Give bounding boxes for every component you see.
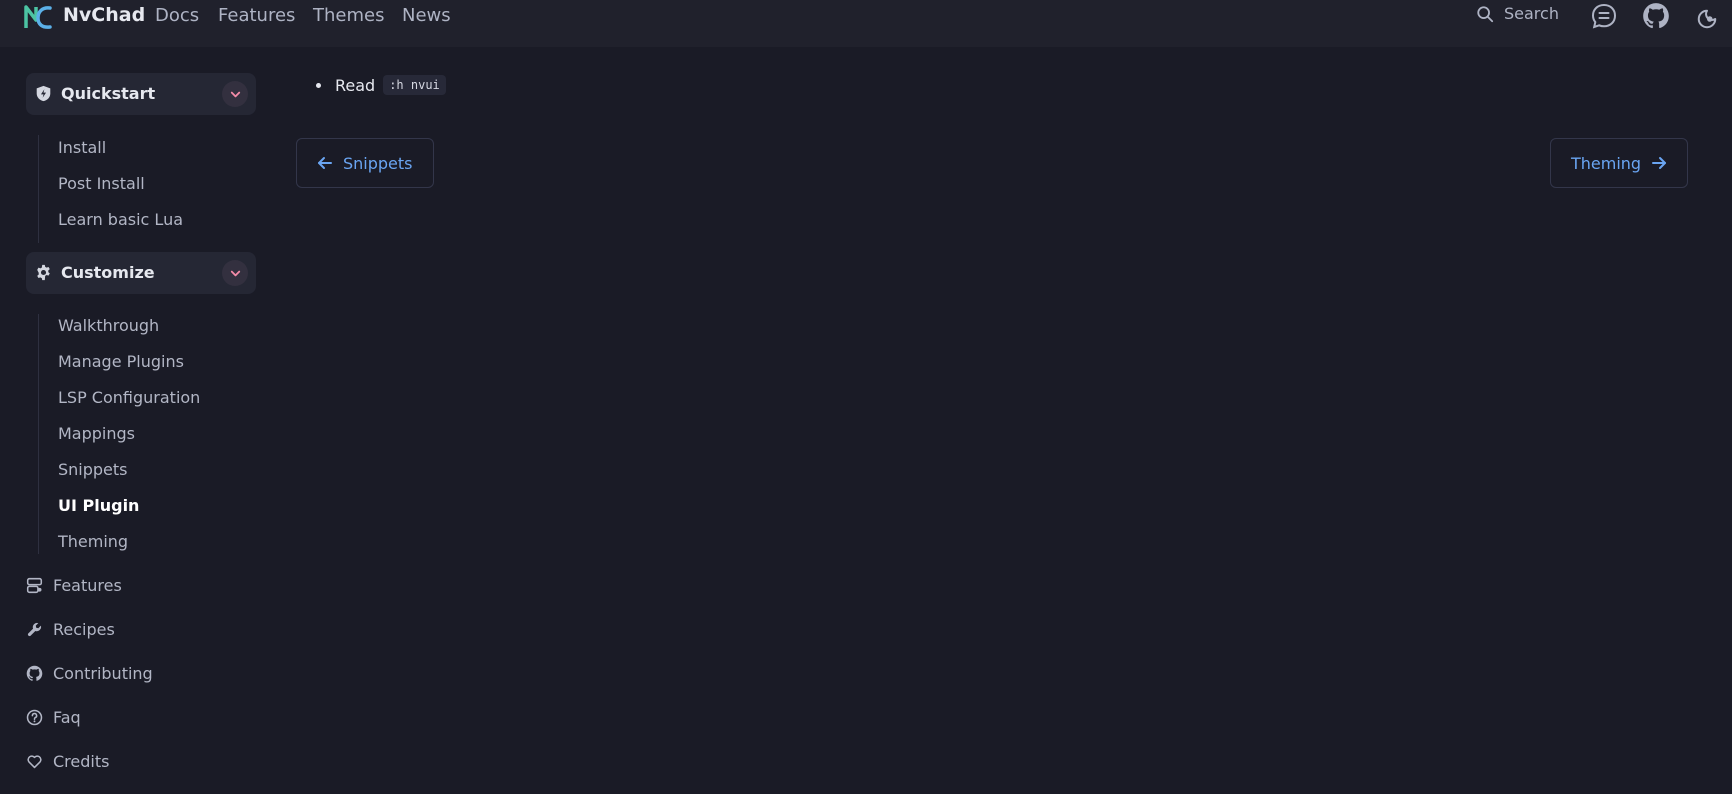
inline-code: :h nvui xyxy=(383,75,446,95)
prev-page-label: Snippets xyxy=(343,153,413,173)
sidebar-item-lsp-configuration[interactable]: LSP Configuration xyxy=(58,388,200,407)
next-page-button[interactable]: Theming xyxy=(1550,138,1689,188)
sidebar-item-theming[interactable]: Theming xyxy=(58,532,128,551)
nav-features[interactable]: Features xyxy=(218,5,295,26)
sidebar: Quickstart Install Post Install Learn ba… xyxy=(0,47,270,794)
sidebar-item-ui-plugin[interactable]: UI Plugin xyxy=(58,496,139,515)
sidebar-link-label: Contributing xyxy=(53,664,153,683)
sidebar-item-install[interactable]: Install xyxy=(58,138,106,157)
sidebar-group-divider xyxy=(38,135,39,243)
sidebar-item-manage-plugins[interactable]: Manage Plugins xyxy=(58,352,184,371)
list-item-text: Read xyxy=(335,75,376,95)
arrow-left-icon xyxy=(318,157,332,169)
sidebar-link-label: Faq xyxy=(53,708,81,727)
chat-icon[interactable] xyxy=(1590,2,1618,30)
github-icon[interactable] xyxy=(1642,2,1670,30)
arrow-right-icon xyxy=(1652,157,1667,169)
sidebar-link-faq[interactable]: Faq xyxy=(26,708,81,727)
sidebar-group-quickstart[interactable]: Quickstart xyxy=(26,73,256,115)
sidebar-group-divider xyxy=(38,314,39,554)
prev-page-button[interactable]: Snippets xyxy=(296,138,434,188)
brand-name[interactable]: NvChad xyxy=(63,4,145,26)
sidebar-link-recipes[interactable]: Recipes xyxy=(26,620,115,639)
top-navbar: NvChad Docs Features Themes News Search xyxy=(0,0,1732,47)
sidebar-item-walkthrough[interactable]: Walkthrough xyxy=(58,316,159,335)
sidebar-item-post-install[interactable]: Post Install xyxy=(58,174,145,193)
sidebar-group-customize[interactable]: Customize xyxy=(26,252,256,294)
sidebar-link-credits[interactable]: Credits xyxy=(26,752,109,771)
sidebar-link-label: Credits xyxy=(53,752,110,771)
server-icon xyxy=(26,577,43,594)
sidebar-item-mappings[interactable]: Mappings xyxy=(58,424,135,443)
question-icon xyxy=(26,709,43,726)
nav-docs[interactable]: Docs xyxy=(155,5,199,26)
chevron-down-icon[interactable] xyxy=(222,81,248,107)
sidebar-group-label: Customize xyxy=(61,263,155,282)
nav-themes[interactable]: Themes xyxy=(313,5,384,26)
next-page-label: Theming xyxy=(1571,153,1642,173)
shield-icon xyxy=(36,85,51,102)
heart-icon xyxy=(27,755,42,769)
sidebar-link-label: Features xyxy=(53,576,122,595)
search-button[interactable]: Search xyxy=(1476,4,1559,23)
gear-icon xyxy=(37,264,50,281)
search-icon xyxy=(1477,5,1494,22)
list-item: Read :h nvui xyxy=(316,75,446,95)
nav-news[interactable]: News xyxy=(402,5,451,26)
github-icon xyxy=(26,665,43,681)
nvchad-logo-icon[interactable] xyxy=(24,4,52,30)
search-label: Search xyxy=(1504,4,1559,23)
sidebar-link-features[interactable]: Features xyxy=(26,576,122,595)
sidebar-item-snippets[interactable]: Snippets xyxy=(58,460,128,479)
sidebar-link-contributing[interactable]: Contributing xyxy=(26,664,153,683)
sidebar-link-label: Recipes xyxy=(53,620,115,639)
sidebar-group-label: Quickstart xyxy=(61,84,156,103)
bullet-dot xyxy=(316,82,321,88)
chevron-down-icon[interactable] xyxy=(222,260,248,286)
wrench-icon xyxy=(27,622,42,637)
sidebar-item-learn-basic-lua[interactable]: Learn basic Lua xyxy=(58,210,183,229)
theme-toggle-icon[interactable] xyxy=(1696,5,1718,33)
